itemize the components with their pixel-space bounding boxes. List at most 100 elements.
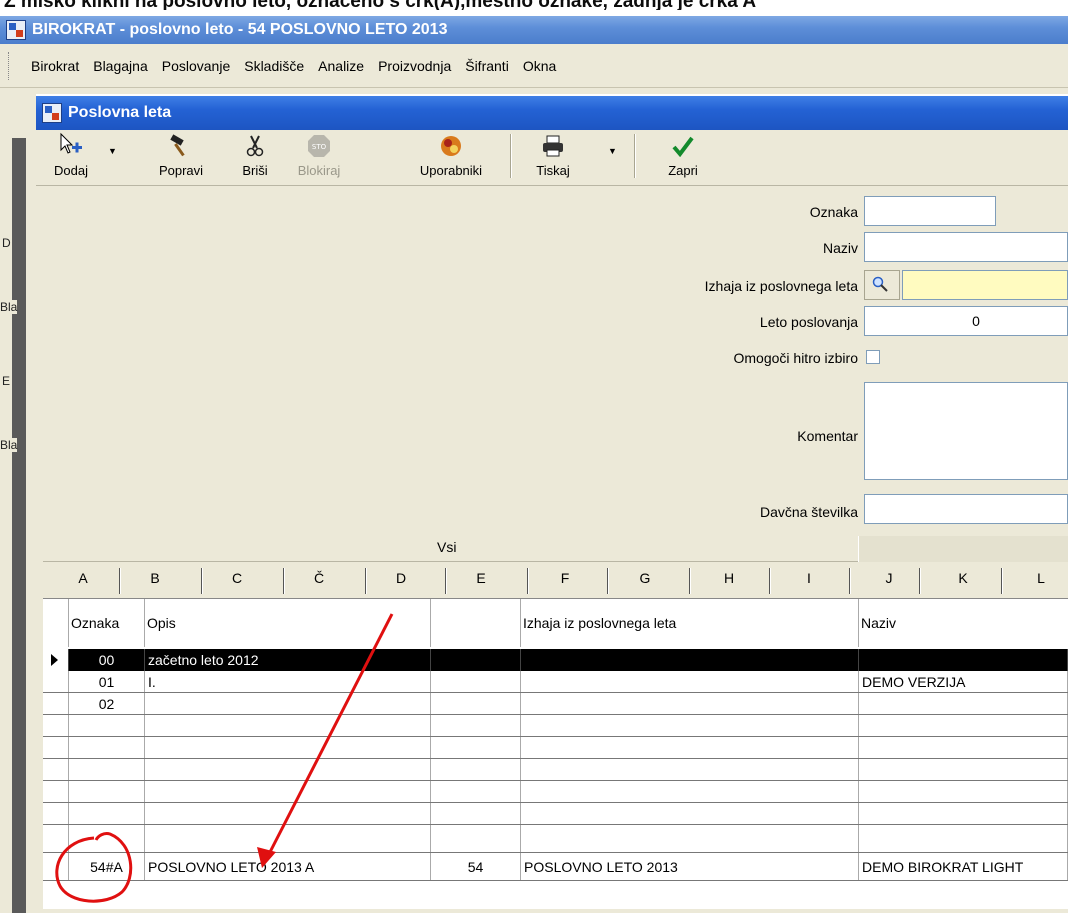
column-divider — [201, 568, 203, 594]
table-cell-opis — [145, 737, 431, 758]
column-tab[interactable]: B — [145, 570, 165, 586]
column-tab[interactable]: F — [555, 570, 575, 586]
izhaja-input[interactable] — [902, 270, 1068, 300]
window-titlebar: Poslovna leta — [36, 96, 1068, 130]
zapri-button[interactable]: Zapri — [652, 132, 714, 182]
table-cell-oznaka — [69, 803, 145, 824]
table-row[interactable]: 01 I. DEMO VERZIJA — [43, 671, 1068, 693]
table-row[interactable] — [43, 759, 1068, 781]
tiskaj-button[interactable]: Tiskaj — [522, 132, 584, 182]
column-tab[interactable]: J — [879, 570, 899, 586]
add-cursor-icon — [40, 132, 102, 160]
dodaj-dropdown-icon[interactable]: ▼ — [108, 146, 117, 156]
menu-sifranti[interactable]: Šifranti — [458, 58, 516, 74]
app-titlebar: BIROKRAT - poslovno leto - 54 POSLOVNO L… — [0, 16, 1068, 44]
column-tab[interactable]: L — [1031, 570, 1051, 586]
oznaka-input[interactable] — [864, 196, 996, 226]
table-cell-izhaja — [521, 649, 859, 671]
background-window-strip: D Bla E Bla — [0, 88, 36, 913]
table-cell-oznaka: 00 — [69, 649, 145, 671]
column-header-opis[interactable]: Opis — [145, 599, 431, 647]
table-cell-e — [431, 671, 521, 692]
menubar: Birokrat Blagajna Poslovanje Skladišče A… — [0, 44, 1068, 88]
table-cell-e — [431, 737, 521, 758]
hammer-icon — [150, 132, 212, 160]
column-divider — [769, 568, 771, 594]
table-row[interactable] — [43, 737, 1068, 759]
izhaja-label: Izhaja iz poslovnega leta — [704, 278, 858, 294]
table-row[interactable] — [43, 825, 1068, 853]
column-tab[interactable]: A — [73, 570, 93, 586]
column-divider — [365, 568, 367, 594]
table-row[interactable]: 02 — [43, 693, 1068, 715]
table-row[interactable] — [43, 803, 1068, 825]
menu-birokrat[interactable]: Birokrat — [24, 58, 86, 74]
izhaja-lookup-button[interactable] — [864, 270, 900, 300]
naziv-label: Naziv — [822, 240, 858, 256]
brisi-button[interactable]: Briši — [224, 132, 286, 182]
dodaj-button[interactable]: Dodaj — [40, 132, 102, 182]
column-tab[interactable]: G — [635, 570, 655, 586]
komentar-textarea[interactable] — [864, 382, 1068, 480]
table-cell-naziv: DEMO BIROKRAT LIGHT — [859, 853, 1068, 880]
table-cell-naziv — [859, 781, 1068, 802]
table-row[interactable] — [43, 715, 1068, 737]
app-icon — [6, 20, 26, 40]
column-header-oznaka[interactable]: Oznaka — [69, 599, 145, 647]
row-indicator — [43, 803, 69, 824]
table-cell-naziv — [859, 759, 1068, 780]
column-tab[interactable]: E — [471, 570, 491, 586]
printer-icon — [522, 132, 584, 160]
table-row[interactable]: 00 začetno leto 2012 — [43, 649, 1068, 671]
users-icon — [416, 132, 486, 160]
column-tab[interactable]: D — [391, 570, 411, 586]
table-cell-naziv — [859, 693, 1068, 714]
menu-blagajna[interactable]: Blagajna — [86, 58, 155, 74]
detail-form: Oznaka Naziv Izhaja iz poslovnega leta L… — [36, 186, 1068, 536]
tiskaj-dropdown-icon[interactable]: ▼ — [608, 146, 617, 156]
table-cell-oznaka — [69, 781, 145, 802]
column-header-izhaja[interactable]: Izhaja iz poslovnega leta — [521, 599, 859, 647]
column-tab[interactable]: H — [719, 570, 739, 586]
row-indicator — [43, 715, 69, 736]
column-tab[interactable]: K — [953, 570, 973, 586]
popravi-button[interactable]: Popravi — [150, 132, 212, 182]
naziv-input[interactable] — [864, 232, 1068, 262]
table-cell-izhaja — [521, 759, 859, 780]
table-cell-opis — [145, 825, 431, 852]
column-tab[interactable]: Č — [309, 570, 329, 586]
app-title: BIROKRAT - poslovno leto - 54 POSLOVNO L… — [32, 21, 448, 38]
row-indicator — [43, 671, 69, 692]
table-cell-naziv — [859, 649, 1068, 671]
background-label: E — [2, 374, 11, 388]
blokiraj-button[interactable]: STO Blokiraj — [288, 132, 350, 182]
davcna-input[interactable] — [864, 494, 1068, 524]
row-indicator — [43, 693, 69, 714]
table-row[interactable] — [43, 781, 1068, 803]
table-cell-oznaka — [69, 825, 145, 852]
column-divider — [445, 568, 447, 594]
leto-input[interactable]: 0 — [864, 306, 1068, 336]
table-cell-oznaka — [69, 715, 145, 736]
mdi-gap — [0, 88, 1068, 94]
background-label: Bla — [0, 438, 18, 452]
menu-skladisce[interactable]: Skladišče — [237, 58, 311, 74]
menu-analize[interactable]: Analize — [311, 58, 371, 74]
menu-poslovanje[interactable]: Poslovanje — [155, 58, 238, 74]
column-tab[interactable]: C — [227, 570, 247, 586]
column-header-e[interactable] — [431, 599, 521, 647]
hitro-izbiro-checkbox[interactable] — [866, 350, 880, 364]
uporabniki-button[interactable]: Uporabniki — [416, 132, 486, 182]
table-cell-opis — [145, 693, 431, 714]
column-tab[interactable]: I — [799, 570, 819, 586]
row-indicator — [43, 649, 69, 671]
table-cell-e — [431, 693, 521, 714]
poslovna-leta-window: Poslovna leta Dodaj ▼ Popravi Briši STO — [36, 96, 1068, 913]
table-row[interactable]: 54#A POSLOVNO LETO 2013 A 54 POSLOVNO LETO … — [43, 853, 1068, 881]
table-cell-oznaka: 01 — [69, 671, 145, 692]
menu-proizvodnja[interactable]: Proizvodnja — [371, 58, 458, 74]
column-header-naziv[interactable]: Naziv — [859, 599, 1068, 647]
table-cell-oznaka — [69, 759, 145, 780]
group-header-split — [858, 536, 1068, 562]
menu-okna[interactable]: Okna — [516, 58, 563, 74]
